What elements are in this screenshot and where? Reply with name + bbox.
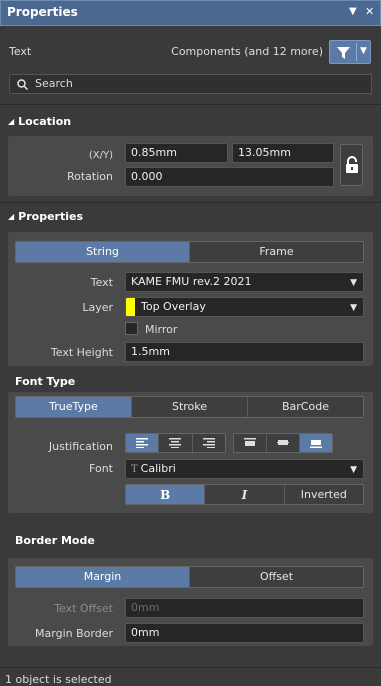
- align-right-icon: [202, 438, 215, 448]
- text-label: Text: [90, 276, 113, 289]
- mirror-checkbox[interactable]: [125, 322, 138, 335]
- truetype-font-icon: T: [131, 464, 138, 475]
- align-center-button[interactable]: [159, 434, 193, 452]
- italic-button[interactable]: I: [205, 485, 285, 504]
- text-height-field[interactable]: 1.5mm: [125, 342, 364, 362]
- align-middle-icon: [277, 440, 289, 445]
- close-icon[interactable]: ✕: [365, 5, 374, 18]
- text-value: KAME FMU rev.2 2021: [131, 275, 252, 288]
- chevron-down-icon: ▼: [350, 303, 357, 313]
- tab-string[interactable]: String: [16, 242, 190, 262]
- collapse-triangle-icon: ◢: [8, 117, 15, 126]
- bold-button[interactable]: B: [126, 485, 206, 504]
- text-dropdown[interactable]: KAME FMU rev.2 2021 ▼: [125, 272, 364, 292]
- font-type-toggle: TrueType Stroke BarCode: [15, 396, 364, 418]
- object-type-label: Text: [9, 45, 32, 58]
- vertical-justification-group: [233, 433, 333, 453]
- font-value: Calibri: [140, 462, 176, 475]
- mirror-label: Mirror: [145, 323, 178, 336]
- margin-border-label: Margin Border: [35, 627, 113, 640]
- align-bottom-button[interactable]: [300, 434, 332, 452]
- chevron-down-icon: ▼: [350, 278, 357, 288]
- align-middle-button[interactable]: [267, 434, 300, 452]
- align-left-button[interactable]: [126, 434, 160, 452]
- inverted-button[interactable]: Inverted: [285, 485, 363, 504]
- font-style-group: B I Inverted: [125, 484, 364, 505]
- layer-color-swatch: [126, 298, 135, 316]
- margin-border-field[interactable]: 0mm: [125, 623, 364, 643]
- divider: [0, 104, 381, 105]
- horizontal-justification-group: [125, 433, 226, 453]
- collapse-triangle-icon: ◢: [8, 212, 15, 221]
- lock-button[interactable]: [340, 144, 363, 186]
- rotation-label: Rotation: [66, 170, 113, 183]
- properties-section-header[interactable]: ◢ Properties: [8, 210, 83, 223]
- tab-offset[interactable]: Offset: [190, 567, 363, 587]
- chevron-down-icon: ▼: [350, 465, 357, 475]
- funnel-icon: [337, 47, 350, 59]
- tab-stroke[interactable]: Stroke: [132, 397, 248, 417]
- align-bottom-icon: [310, 440, 322, 448]
- filter-button[interactable]: ▼: [329, 40, 371, 64]
- lock-icon: [346, 156, 358, 173]
- rotation-field[interactable]: 0.000: [125, 167, 334, 187]
- location-section-header[interactable]: ◢ Location: [8, 115, 71, 128]
- text-height-label: Text Height: [50, 346, 113, 359]
- string-frame-toggle: String Frame: [15, 241, 364, 263]
- tab-frame[interactable]: Frame: [190, 242, 363, 262]
- divider: [0, 202, 381, 203]
- align-top-button[interactable]: [234, 434, 267, 452]
- tab-truetype[interactable]: TrueType: [16, 397, 132, 417]
- search-icon: [17, 79, 28, 90]
- layer-value: Top Overlay: [141, 300, 206, 313]
- border-mode-header: Border Mode: [15, 534, 95, 547]
- chevron-down-icon[interactable]: ▼: [349, 6, 357, 17]
- align-top-icon: [244, 438, 256, 446]
- font-dropdown[interactable]: T Calibri ▼: [125, 459, 364, 479]
- border-mode-toggle: Margin Offset: [15, 566, 364, 588]
- panel-title: Properties: [7, 5, 78, 19]
- layer-label: Layer: [82, 301, 113, 314]
- font-label: Font: [89, 462, 113, 475]
- y-position-field[interactable]: 13.05mm: [232, 143, 334, 163]
- xy-label: (X/Y): [88, 150, 113, 161]
- status-text: 1 object is selected: [5, 673, 112, 686]
- tab-margin[interactable]: Margin: [16, 567, 190, 587]
- x-position-field[interactable]: 0.85mm: [125, 143, 228, 163]
- divider: [0, 667, 381, 668]
- filter-scope-text[interactable]: Components (and 12 more): [150, 45, 323, 58]
- search-placeholder: Search: [35, 77, 73, 90]
- chevron-down-icon[interactable]: ▼: [360, 46, 367, 56]
- tab-barcode[interactable]: BarCode: [248, 397, 363, 417]
- align-right-button[interactable]: [193, 434, 225, 452]
- text-offset-label: Text Offset: [54, 602, 113, 615]
- search-input[interactable]: Search: [9, 74, 372, 94]
- panel-title-bar: Properties ▼ ✕: [0, 0, 381, 26]
- layer-dropdown[interactable]: Top Overlay ▼: [125, 297, 364, 317]
- font-type-header: Font Type: [15, 375, 76, 388]
- text-offset-field: 0mm: [125, 598, 364, 618]
- align-left-icon: [136, 438, 149, 448]
- align-center-icon: [169, 438, 182, 448]
- justification-label: Justification: [48, 440, 113, 453]
